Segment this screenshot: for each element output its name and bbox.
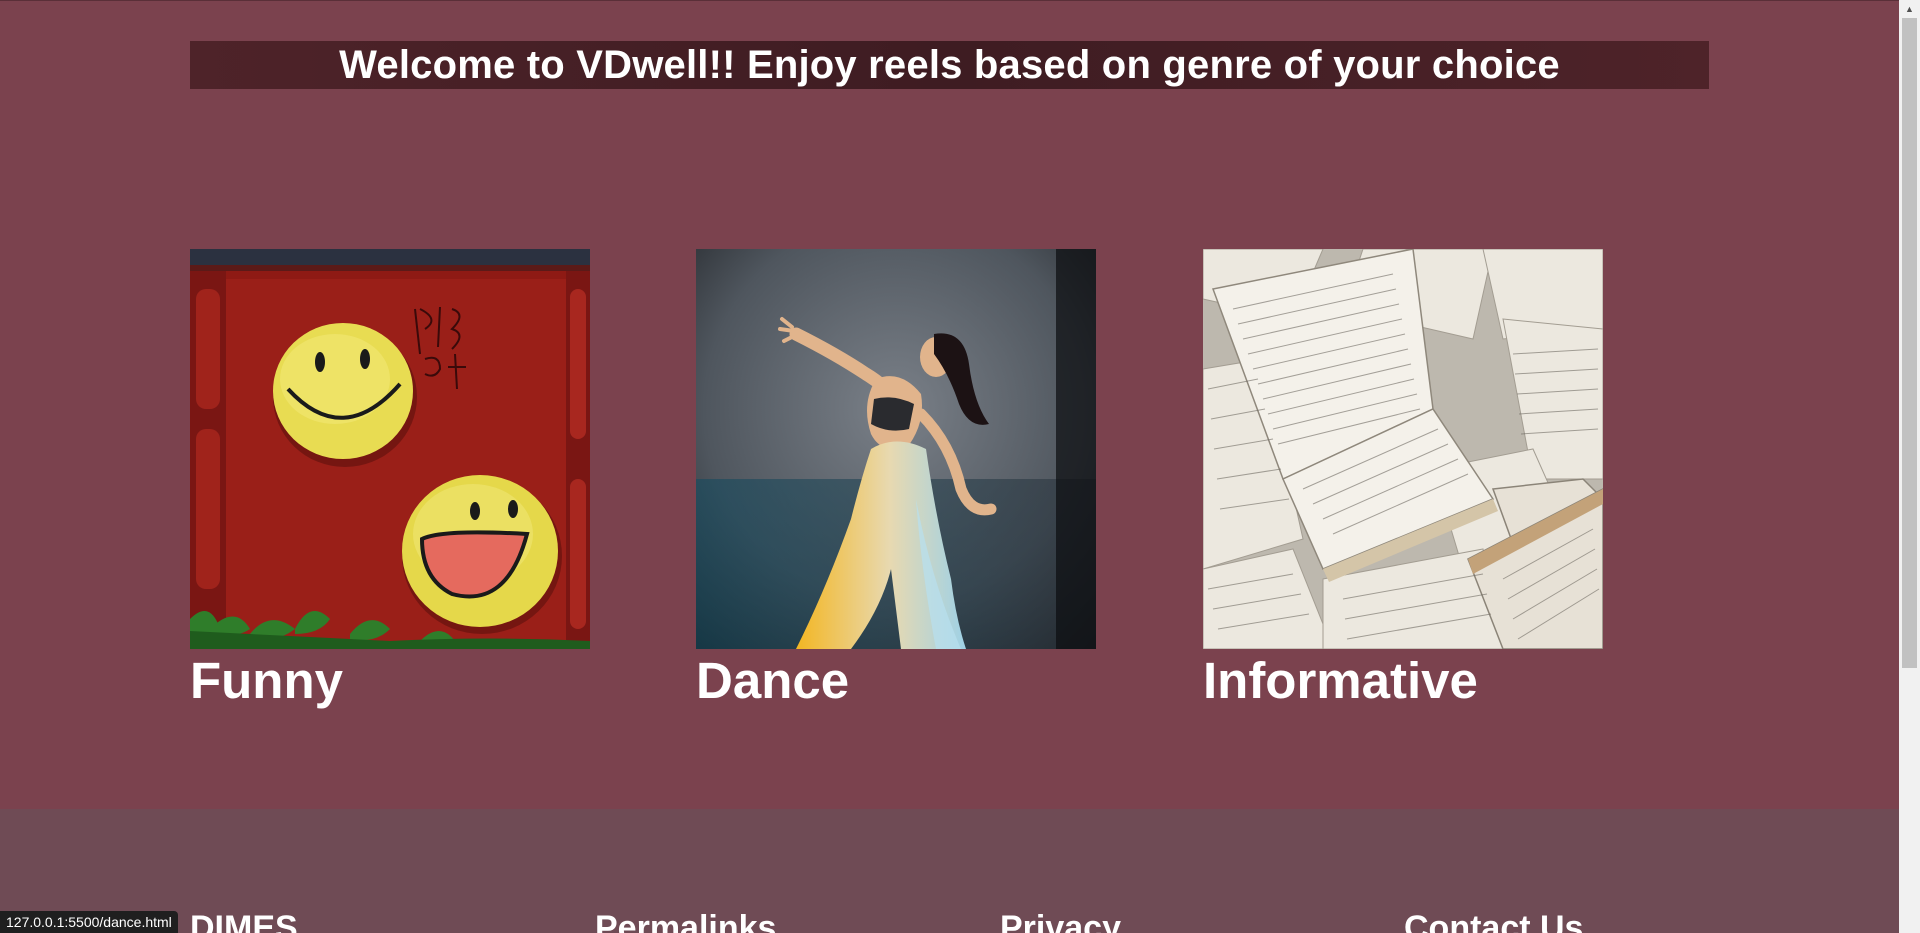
welcome-banner: Welcome to VDwell!! Enjoy reels based on… <box>190 41 1709 89</box>
footer: DIMES Permalinks Privacy Contact Us <box>0 809 1899 933</box>
footer-link-contact-us[interactable]: Contact Us <box>1404 909 1583 933</box>
footer-link-permalinks[interactable]: Permalinks <box>595 909 776 933</box>
scrollbar-thumb[interactable] <box>1902 18 1917 668</box>
genre-card-dance[interactable]: Dance <box>696 249 1096 711</box>
genre-label-informative[interactable]: Informative <box>1203 651 1603 711</box>
footer-link-dimes[interactable]: DIMES <box>190 909 298 933</box>
genre-card-informative[interactable]: Informative <box>1203 249 1603 711</box>
genre-label-dance[interactable]: Dance <box>696 651 1096 711</box>
welcome-heading: Welcome to VDwell!! Enjoy reels based on… <box>339 42 1560 87</box>
page: Welcome to VDwell!! Enjoy reels based on… <box>0 0 1899 933</box>
footer-link-privacy[interactable]: Privacy <box>1000 909 1121 933</box>
vertical-scrollbar[interactable]: ▲ <box>1899 0 1920 933</box>
smiley-faces-wall-image[interactable] <box>190 249 590 649</box>
genre-card-funny[interactable]: Funny <box>190 249 590 711</box>
link-preview-status: 127.0.0.1:5500/dance.html <box>0 911 178 933</box>
open-books-image[interactable] <box>1203 249 1603 649</box>
top-divider <box>0 0 1899 1</box>
dancer-image[interactable] <box>696 249 1096 649</box>
genre-label-funny[interactable]: Funny <box>190 651 590 711</box>
scroll-up-arrow-icon[interactable]: ▲ <box>1899 0 1920 17</box>
